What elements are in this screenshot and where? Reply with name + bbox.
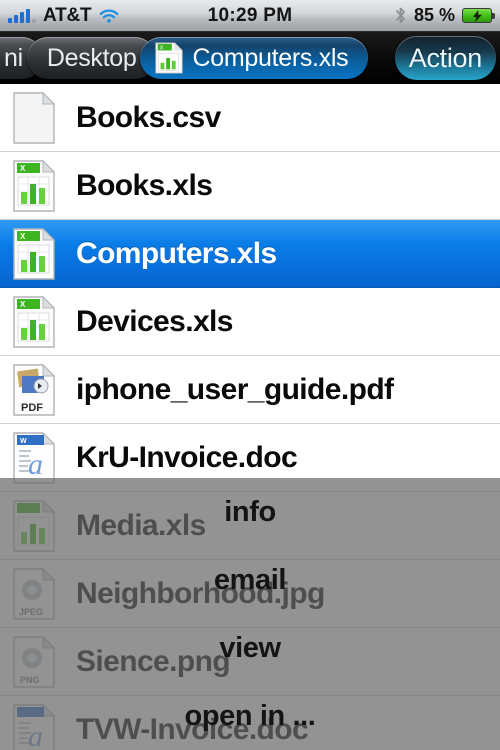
file-name: Computers.xls (76, 236, 277, 270)
battery-percent-label: 85 % (413, 5, 455, 25)
xls-icon: X (155, 42, 184, 74)
wifi-icon (98, 8, 120, 24)
breadcrumb-item-desktop[interactable]: Desktop (26, 37, 157, 79)
action-menu-label: info (224, 495, 276, 528)
pdf-icon: PDF (13, 363, 56, 416)
file-name: iphone_user_guide.pdf (76, 372, 394, 406)
doc-icon: W a (13, 431, 56, 484)
file-name: Books.csv (76, 100, 221, 134)
list-item[interactable]: Books.csv (0, 84, 500, 152)
battery-charging-icon (462, 8, 495, 23)
bluetooth-icon (394, 6, 407, 25)
signal-bars-icon (8, 8, 36, 23)
xls-icon: X (13, 227, 56, 280)
breadcrumb-item-current[interactable]: X Computers.xls (140, 37, 369, 79)
navigation-bar: ni Desktop X Computers.xls Action (0, 32, 500, 84)
status-bar: AT&T 10:29 PM 85 % (0, 0, 500, 32)
action-menu: info email view open in ... (0, 478, 500, 750)
svg-text:X: X (20, 164, 26, 173)
list-item[interactable]: X Books.xls (0, 152, 500, 220)
list-item[interactable]: PDF iphone_user_guide.pdf (0, 356, 500, 424)
status-bar-left: AT&T (8, 5, 120, 27)
action-menu-label: email (213, 563, 287, 596)
svg-text:W: W (20, 438, 27, 445)
status-bar-right: 85 % (394, 5, 495, 26)
breadcrumb-label: Computers.xls (192, 43, 349, 72)
screen: AT&T 10:29 PM 85 % ni Desktop X Computer… (0, 0, 500, 750)
breadcrumb-label: ni (4, 43, 23, 72)
action-button-label: Action (408, 42, 483, 73)
action-menu-item-info[interactable]: info (0, 478, 500, 546)
breadcrumb: ni Desktop X Computers.xls (0, 32, 393, 84)
xls-icon: X (13, 159, 56, 212)
breadcrumb-label: Desktop (46, 43, 137, 72)
list-item-selected[interactable]: X Computers.xls (0, 220, 500, 288)
action-menu-item-email[interactable]: email (0, 546, 500, 614)
action-menu-label: view (219, 631, 281, 664)
xls-icon: X (13, 295, 56, 348)
svg-text:X: X (20, 300, 26, 309)
action-menu-item-view[interactable]: view (0, 614, 500, 682)
svg-text:X: X (160, 46, 164, 52)
action-menu-label: open in ... (184, 699, 316, 732)
svg-text:a: a (28, 448, 43, 481)
carrier-label: AT&T (43, 4, 92, 26)
svg-text:X: X (20, 232, 26, 241)
blank-document-icon (13, 91, 56, 144)
list-item[interactable]: X Devices.xls (0, 288, 500, 356)
file-name: KrU-Invoice.doc (76, 440, 298, 474)
svg-text:PDF: PDF (21, 402, 43, 414)
action-button[interactable]: Action (394, 36, 496, 80)
action-menu-item-open-in[interactable]: open in ... (0, 682, 500, 750)
file-name: Books.xls (76, 168, 213, 202)
file-name: Devices.xls (76, 304, 233, 338)
